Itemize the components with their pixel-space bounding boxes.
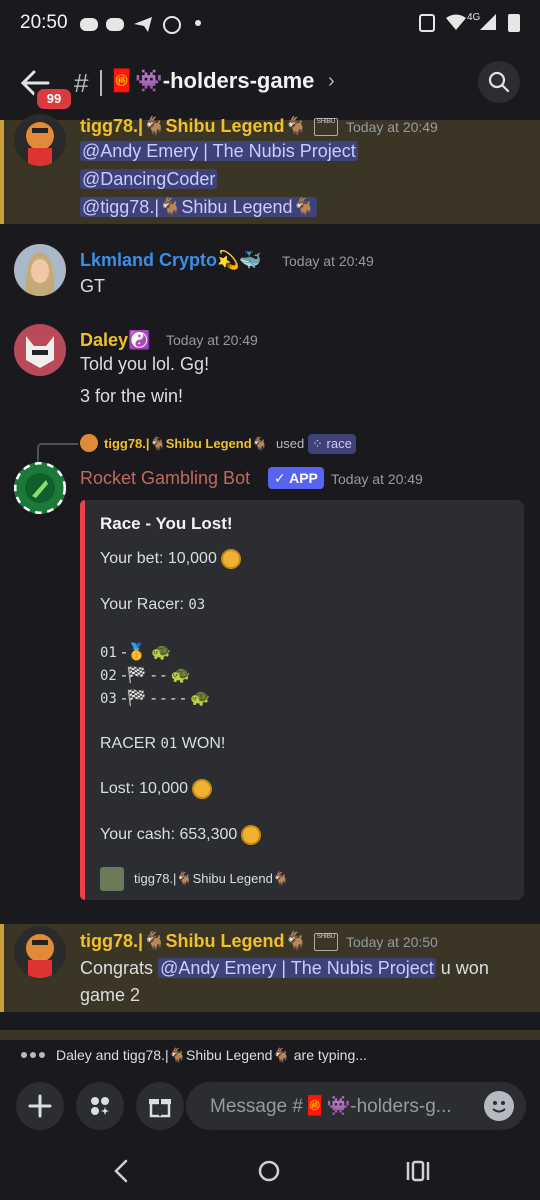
track-num: 01 (100, 645, 117, 661)
track-dashes: - - - - (151, 690, 186, 707)
user-mention[interactable]: @Andy Emery | The Nubis Project (80, 141, 358, 161)
command-icon: ⁘ (312, 436, 323, 451)
avatar[interactable] (14, 462, 66, 514)
track-num: 03 (100, 691, 117, 707)
coin-icon (220, 549, 241, 569)
author-name[interactable]: Lkmland Crypto💫🐳 (80, 250, 262, 271)
coin-icon (192, 779, 213, 799)
lost-label: Lost: 10,000 (100, 780, 189, 798)
bet-label: Your bet: 10,000 (100, 550, 217, 568)
emoji-icon[interactable] (484, 1091, 514, 1121)
turtle-icon: 🐢 (190, 690, 211, 707)
divider (100, 70, 102, 96)
user-mention[interactable]: @Andy Emery | The Nubis Project (158, 958, 436, 978)
winner-suffix: WON! (181, 735, 226, 752)
channel-name[interactable]: 🧧👾-holders-game (108, 68, 314, 94)
role-icon: SHIBU (314, 118, 338, 136)
user-mention[interactable]: @DancingCoder (80, 169, 218, 189)
racer-label: Your Racer: (100, 596, 184, 613)
apps-icon (91, 1097, 109, 1115)
notification-icons (80, 16, 181, 34)
highlight-bar (0, 120, 4, 224)
author-name[interactable]: Rocket Gambling Bot (80, 468, 250, 489)
reply-username[interactable]: tigg78.|🐐Shibu Legend🐐 (104, 436, 268, 452)
message-timestamp: Today at 20:50 (346, 934, 438, 950)
network-label: 4G (467, 12, 481, 23)
coin-icon (241, 825, 262, 845)
reply-used: used (276, 436, 305, 451)
message-text: Congrats (80, 958, 154, 978)
user-mention[interactable]: @tigg78.|🐐Shibu Legend🐐 (80, 197, 317, 217)
winner-num: 01 (160, 736, 178, 752)
avatar[interactable] (14, 244, 66, 296)
gift-button[interactable] (136, 1082, 184, 1130)
status-time: 20:50 (20, 12, 68, 33)
message-text: GT (80, 276, 105, 296)
racer-value: 03 (188, 597, 206, 613)
gift-icon (149, 1099, 171, 1118)
checkered-flag-icon: 🏁 (126, 690, 147, 707)
message-timestamp: Today at 20:49 (282, 253, 374, 269)
nav-back-icon[interactable] (110, 1158, 132, 1184)
apps-button[interactable] (76, 1082, 124, 1130)
app-badge: ✓ APP (268, 467, 324, 489)
medal-icon: 🥇 (126, 644, 147, 661)
message-timestamp: Today at 20:49 (166, 332, 258, 348)
reply-connector (37, 443, 78, 464)
author-name[interactable]: tigg78.|🐐Shibu Legend🐐 (80, 931, 307, 952)
message-timestamp: Today at 20:49 (346, 119, 438, 135)
embed-footer-user: tigg78.|🐐Shibu Legend🐐 (134, 871, 290, 886)
turtle-icon: 🐢 (151, 644, 171, 661)
avatar[interactable] (14, 324, 66, 376)
avatar[interactable] (14, 926, 66, 978)
slash-command[interactable]: ⁘ race (308, 434, 356, 454)
search-icon (488, 71, 510, 93)
channel-hash-icon: # (74, 68, 89, 98)
nav-recents-icon[interactable] (404, 1158, 432, 1184)
message-text: game 2 (80, 985, 141, 1005)
chevron-right-icon[interactable]: › (328, 70, 335, 93)
reply-avatar (80, 434, 98, 452)
embed-accent-bar (80, 500, 85, 900)
embed-title: Race - You Lost! (100, 514, 233, 533)
nav-home-icon[interactable] (256, 1158, 282, 1184)
dot-icon (195, 20, 201, 26)
track-dashes: - - (151, 667, 167, 684)
author-name[interactable]: tigg78.|🐐Shibu Legend🐐 (80, 116, 307, 137)
message-placeholder: Message #🧧👾-holders-g... (210, 1096, 452, 1117)
cash-label: Your cash: 653,300 (100, 826, 238, 844)
search-button[interactable] (478, 61, 520, 103)
message-timestamp: Today at 20:49 (331, 471, 423, 487)
message-text: Told you lol. Gg! (80, 354, 210, 374)
message-text: 3 for the win! (80, 386, 184, 406)
plus-icon (28, 1094, 52, 1118)
author-name[interactable]: Daley☯️ (80, 330, 150, 351)
turtle-icon: 🐢 (170, 667, 191, 684)
track-num: 02 (100, 668, 117, 684)
message-text: u won (440, 958, 489, 978)
add-button[interactable] (16, 1082, 64, 1130)
command-name: race (326, 436, 352, 451)
highlight-bar (0, 924, 4, 1012)
role-icon: SHIBU (314, 933, 338, 951)
avatar[interactable] (14, 114, 66, 166)
footer-avatar (100, 867, 124, 891)
winner-prefix: RACER (100, 735, 157, 752)
unread-badge: 99 (34, 86, 74, 112)
typing-dots-icon (21, 1052, 45, 1058)
checkered-flag-icon: 🏁 (126, 667, 147, 684)
typing-indicator: Daley and tigg78.|🐐Shibu Legend🐐 are typ… (56, 1047, 367, 1063)
